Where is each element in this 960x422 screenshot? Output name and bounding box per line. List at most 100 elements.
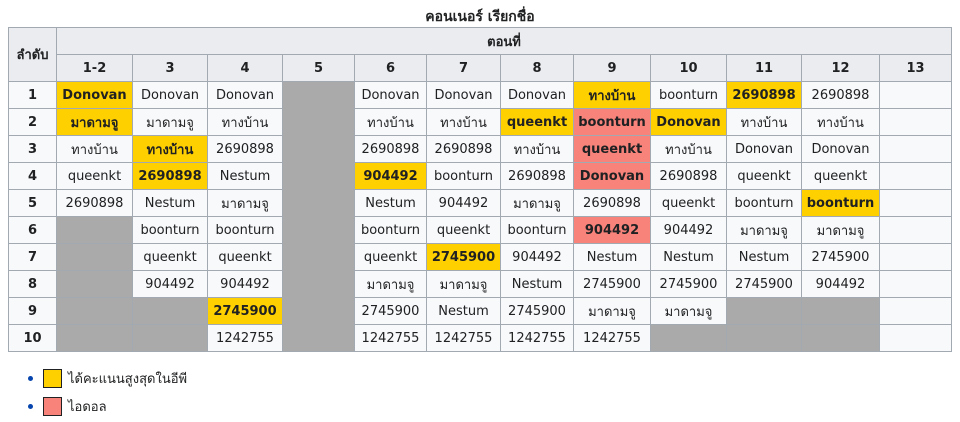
legend-label: ไอดอล	[68, 399, 107, 415]
contestant-cell: Donovan	[650, 108, 727, 136]
contestant-cell: มาดามจู	[426, 270, 501, 298]
legend-item: ไอดอล	[28, 394, 187, 418]
contestant-cell: มาดามจู	[801, 216, 880, 244]
contestant-cell: 2745900	[650, 270, 727, 298]
contestant-cell: queenkt	[207, 243, 283, 271]
legend: ได้คะแนนสูงสุดในอีพี ไอดอล	[28, 366, 187, 422]
contestant-cell: มาดามจู	[726, 216, 802, 244]
table-row: 7 queenkt queenkt queenkt 2745900 904492 Nestu…	[8, 243, 952, 271]
contestant-cell: มาดามจู	[650, 297, 727, 325]
contestant-cell: 1242755	[500, 324, 574, 352]
contestant-cell: 2690898	[573, 189, 651, 217]
contestant-cell: boonturn	[132, 216, 208, 244]
contestant-cell: 904492	[426, 189, 501, 217]
contestant-cell: 2745900	[801, 243, 880, 271]
empty-cell	[879, 243, 952, 271]
contestant-cell: Donovan	[500, 81, 574, 109]
table-row: 1 Donovan Donovan Donovan Donovan Donovan Dono…	[8, 81, 952, 352]
contestant-cell: 904492	[801, 270, 880, 298]
contestant-cell: 2690898	[500, 162, 574, 190]
contestant-cell: 2690898	[132, 162, 208, 190]
contestant-cell: Nestum	[354, 189, 427, 217]
contestant-cell: 2690898	[56, 189, 133, 217]
contestant-cell: boonturn	[573, 108, 651, 136]
rank-cell: 9	[8, 297, 57, 325]
contestant-cell: มาดามจู	[56, 108, 133, 136]
rank-cell: 6	[8, 216, 57, 244]
eliminated-cell	[56, 243, 133, 271]
episode-col-header: 10	[650, 54, 727, 82]
eliminated-cell	[132, 297, 208, 325]
contestant-cell: boonturn	[354, 216, 427, 244]
eliminated-cell	[56, 324, 133, 352]
eliminated-cell	[801, 324, 880, 352]
table-row: 6 boonturn boonturn boonturn queenkt boonturn…	[8, 216, 952, 244]
contestant-cell: Nestum	[500, 270, 574, 298]
contestant-cell: queenkt	[801, 162, 880, 190]
contestant-cell: ทางบ้าน	[426, 108, 501, 136]
table-caption: คอนเนอร์ เรียกชื่อ	[425, 9, 535, 25]
empty-cell	[879, 135, 952, 163]
contestant-cell: queenkt	[573, 135, 651, 163]
contestant-cell: 1242755	[354, 324, 427, 352]
rank-cell: 7	[8, 243, 57, 271]
contestant-cell: Donovan	[726, 135, 802, 163]
contestant-cell: queenkt	[354, 243, 427, 271]
episode-col-header: 11	[726, 54, 802, 82]
eliminated-cell	[56, 216, 133, 244]
empty-cell	[879, 297, 952, 325]
empty-cell	[879, 216, 952, 244]
table-row: 10 1242755 1242755 1242755 1242755 1242755	[8, 324, 952, 352]
rank-cell: 3	[8, 135, 57, 163]
contestant-cell: 2745900	[354, 297, 427, 325]
contestant-cell: boonturn	[207, 216, 283, 244]
contestant-cell: 2690898	[354, 135, 427, 163]
contestant-cell: ทางบ้าน	[500, 135, 574, 163]
table-row: 5 2690898 Nestum มาดามจู Nestum 904492 มาดามจู…	[8, 189, 952, 217]
contestant-cell: 2745900	[726, 270, 802, 298]
episode-header: ตอนที่	[56, 27, 952, 55]
contestant-cell: มาดามจู	[207, 189, 283, 217]
rank-cell: 4	[8, 162, 57, 190]
empty-cell	[879, 189, 952, 217]
contestant-cell: ทางบ้าน	[207, 108, 283, 136]
episode-col-header: 13	[879, 54, 952, 82]
contestant-cell: 2690898	[650, 162, 727, 190]
rank-cell: 1	[8, 81, 57, 109]
contestant-cell: 2745900	[500, 297, 574, 325]
contestant-cell: Nestum	[650, 243, 727, 271]
episode-col-header: 6	[354, 54, 427, 82]
contestant-cell: ทางบ้าน	[573, 81, 651, 109]
episode-number-row: 1-2 3 4 5 6 7 8 9 10 11 12 13	[9, 54, 952, 82]
bullet-icon	[28, 375, 33, 381]
contestant-cell: มาดามจู	[500, 189, 574, 217]
table-row: 8 904492 904492 มาดามจู มาดามจู Nestum 2745900…	[8, 270, 952, 298]
table-body: 1 Donovan Donovan Donovan Donovan Donovan Dono…	[8, 81, 952, 352]
contestant-cell: 904492	[500, 243, 574, 271]
episode-col-header: 3	[132, 54, 208, 82]
contestant-cell: Donovan	[354, 81, 427, 109]
contestant-cell: 904492	[207, 270, 283, 298]
episode-col-header: 5	[282, 54, 355, 82]
contestant-cell: Nestum	[726, 243, 802, 271]
legend-swatch	[43, 396, 62, 416]
table-row: 3 ทางบ้าน ทางบ้าน 2690898 2690898 2690898 ทางบ…	[8, 135, 952, 163]
eliminated-cell	[282, 81, 355, 352]
contestant-cell: boonturn	[726, 189, 802, 217]
empty-cell	[879, 162, 952, 190]
eliminated-cell	[56, 297, 133, 325]
contestant-cell: queenkt	[426, 216, 501, 244]
contestant-cell: 1242755	[207, 324, 283, 352]
contestant-cell: 2690898	[726, 81, 802, 109]
eliminated-cell	[726, 297, 802, 325]
contestant-cell: 1242755	[573, 324, 651, 352]
contestant-cell: ทางบ้าน	[354, 108, 427, 136]
contestant-cell: 2745900	[207, 297, 283, 325]
contestant-cell: ทางบ้าน	[801, 108, 880, 136]
contestant-cell: 904492	[650, 216, 727, 244]
contestant-cell: 904492	[354, 162, 427, 190]
contestant-cell: queenkt	[726, 162, 802, 190]
empty-cell	[879, 81, 952, 109]
eliminated-cell	[650, 324, 727, 352]
episode-col-header: 1-2	[56, 54, 133, 82]
